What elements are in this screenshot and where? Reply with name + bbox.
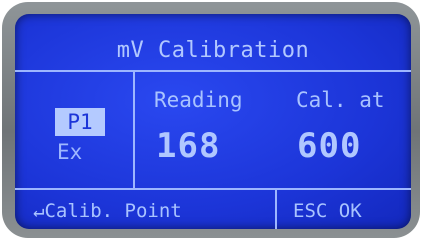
footer-divider bbox=[15, 188, 411, 190]
esc-ok-hint[interactable]: ESC OK bbox=[293, 200, 362, 222]
point-ex[interactable]: Ex bbox=[57, 140, 82, 164]
point-p1-selected[interactable]: P1 bbox=[55, 108, 105, 136]
column-divider bbox=[133, 72, 135, 188]
cal-at-label: Cal. at bbox=[296, 88, 385, 112]
reading-value: 168 bbox=[156, 126, 221, 166]
cal-at-value: 600 bbox=[297, 126, 362, 166]
title-divider bbox=[15, 70, 411, 72]
calib-point-hint[interactable]: ↵Calib. Point bbox=[33, 200, 182, 222]
screen-title: mV Calibration bbox=[116, 38, 310, 63]
reading-label: Reading bbox=[154, 88, 243, 112]
lcd-screen: mV Calibration P1 Ex Reading 168 Cal. at… bbox=[15, 14, 411, 229]
footer-column-divider bbox=[275, 190, 277, 229]
device-bezel: mV Calibration P1 Ex Reading 168 Cal. at… bbox=[2, 2, 420, 238]
